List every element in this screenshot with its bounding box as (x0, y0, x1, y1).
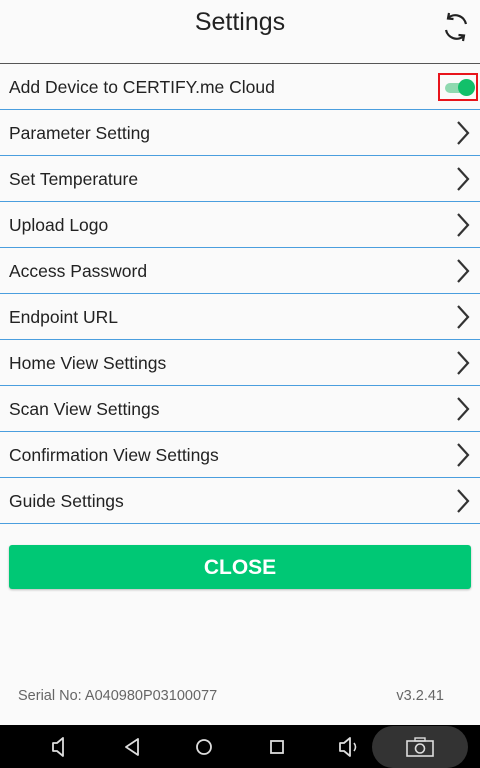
setting-label: Parameter Setting (9, 123, 151, 143)
chevron-right-icon (457, 121, 470, 145)
setting-row-upload-logo[interactable]: Upload Logo (0, 202, 480, 248)
setting-label: Confirmation View Settings (9, 445, 219, 465)
chevron-right-icon (457, 443, 470, 467)
setting-label: Guide Settings (9, 491, 124, 511)
close-button[interactable]: CLOSE (9, 545, 471, 589)
app-version: v3.2.41 (396, 688, 444, 704)
chevron-right-icon (457, 213, 470, 237)
volume-down-icon[interactable] (44, 733, 74, 761)
back-icon[interactable] (118, 733, 148, 761)
setting-row-guide[interactable]: Guide Settings (0, 478, 480, 524)
recents-icon[interactable] (262, 733, 292, 761)
cloud-toggle-switch[interactable] (438, 73, 478, 101)
toggle-knob (458, 79, 475, 96)
chevron-right-icon (457, 305, 470, 329)
chevron-right-icon (457, 167, 470, 191)
setting-label: Set Temperature (9, 169, 139, 189)
settings-screen: Settings Add Device to CERTIFY.me Cloud … (0, 0, 480, 768)
chevron-right-icon (457, 489, 470, 513)
setting-row-confirmation-view[interactable]: Confirmation View Settings (0, 432, 480, 478)
volume-up-icon[interactable] (334, 733, 364, 761)
screenshot-icon (406, 737, 434, 757)
settings-list: Add Device to CERTIFY.me Cloud Parameter… (0, 64, 480, 524)
setting-row-temperature[interactable]: Set Temperature (0, 156, 480, 202)
setting-label: Endpoint URL (9, 307, 118, 327)
setting-label: Access Password (9, 261, 148, 281)
setting-row-cloud: Add Device to CERTIFY.me Cloud (0, 64, 480, 110)
setting-label: Add Device to CERTIFY.me Cloud (9, 77, 275, 97)
setting-label: Upload Logo (9, 215, 109, 235)
chevron-right-icon (457, 259, 470, 283)
home-icon[interactable] (189, 733, 219, 761)
setting-label: Scan View Settings (9, 399, 160, 419)
setting-row-access-password[interactable]: Access Password (0, 248, 480, 294)
setting-row-parameter[interactable]: Parameter Setting (0, 110, 480, 156)
page-title: Settings (194, 8, 286, 36)
setting-label: Home View Settings (9, 353, 167, 373)
refresh-icon[interactable] (440, 11, 472, 43)
serial-number: Serial No: A040980P03100077 (18, 688, 218, 704)
chevron-right-icon (457, 397, 470, 421)
setting-row-endpoint-url[interactable]: Endpoint URL (0, 294, 480, 340)
header-bar: Settings (0, 0, 480, 64)
chevron-right-icon (457, 351, 470, 375)
screenshot-button[interactable] (372, 726, 468, 768)
setting-row-scan-view[interactable]: Scan View Settings (0, 386, 480, 432)
setting-row-home-view[interactable]: Home View Settings (0, 340, 480, 386)
